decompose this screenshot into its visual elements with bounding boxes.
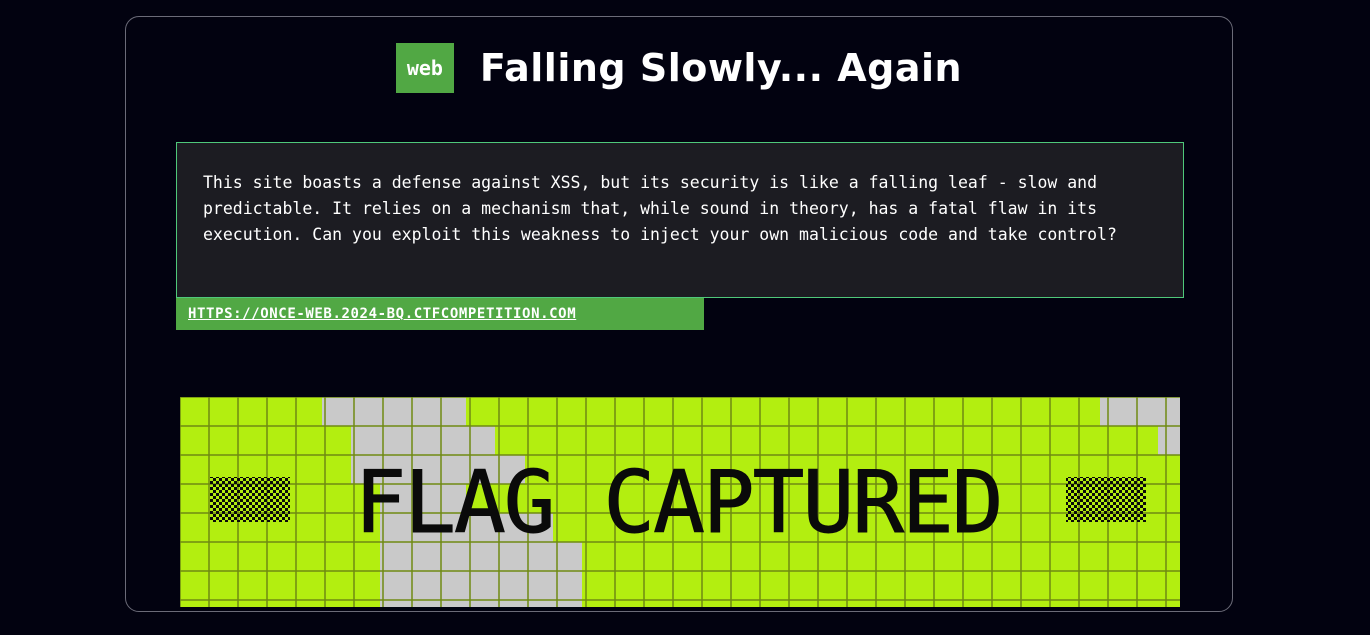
flag-captured-banner: FLAG CAPTURED — [180, 397, 1180, 607]
challenge-card: web Falling Slowly... Again This site bo… — [125, 16, 1233, 612]
category-badge: web — [395, 43, 454, 93]
banner-right-checker — [1066, 477, 1146, 522]
challenge-header: web Falling Slowly... Again — [126, 42, 1232, 94]
challenge-description: This site boasts a defense against XSS, … — [176, 142, 1184, 298]
challenge-url-tab: HTTPS://ONCE-WEB.2024-BQ.CTFCOMPETITION.… — [176, 298, 704, 330]
challenge-url-link[interactable]: HTTPS://ONCE-WEB.2024-BQ.CTFCOMPETITION.… — [188, 306, 576, 322]
banner-left-checker — [210, 477, 290, 522]
challenge-title: Falling Slowly... Again — [479, 46, 963, 90]
banner-text: FLAG CAPTURED — [354, 453, 1001, 553]
